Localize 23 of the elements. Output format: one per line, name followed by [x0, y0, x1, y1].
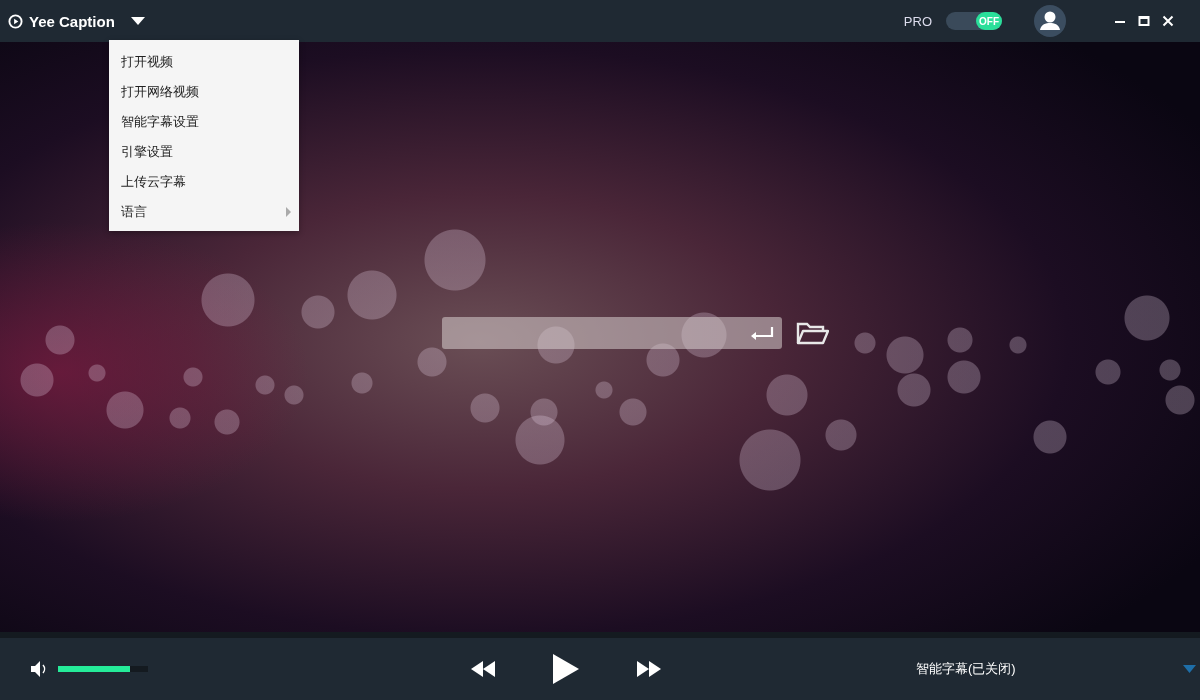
volume-icon[interactable] — [31, 661, 48, 677]
menu-item[interactable]: 语言 — [109, 197, 299, 227]
folder-icon[interactable] — [795, 321, 829, 345]
volume-slider[interactable] — [58, 666, 148, 672]
menu-item[interactable]: 打开网络视频 — [109, 77, 299, 107]
menu-item[interactable]: 上传云字幕 — [109, 167, 299, 197]
play-circle-icon — [8, 13, 23, 29]
maximize-icon[interactable] — [1138, 15, 1150, 27]
app-title: Yee Caption — [29, 12, 115, 30]
avatar-icon[interactable] — [1034, 5, 1066, 37]
toggle-state-text: OFF — [976, 12, 1002, 30]
fast-forward-icon[interactable] — [637, 661, 661, 677]
url-input-field[interactable] — [441, 317, 782, 349]
play-icon[interactable] — [553, 654, 579, 684]
close-icon[interactable] — [1162, 15, 1174, 27]
caret-icon[interactable] — [130, 17, 145, 25]
pro-label: PRO — [903, 13, 932, 29]
menu-item[interactable]: 引擎设置 — [109, 137, 299, 167]
menu-item[interactable]: 打开视频 — [109, 47, 299, 77]
subtitle-status[interactable]: 智能字幕(已关闭) — [916, 660, 1183, 678]
enter-icon — [749, 326, 774, 340]
rewind-icon[interactable] — [471, 661, 495, 677]
menu-item[interactable]: 智能字幕设置 — [109, 107, 299, 137]
